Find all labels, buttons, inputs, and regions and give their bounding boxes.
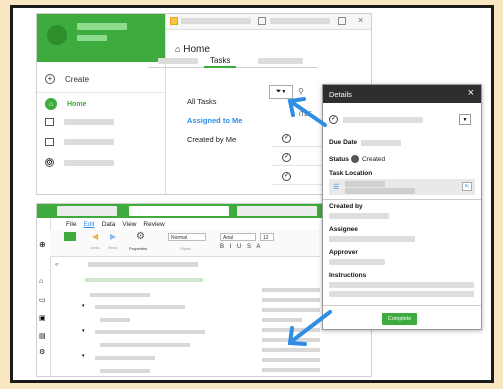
arrow-to-document	[287, 310, 332, 346]
annotation-arrows	[287, 97, 332, 346]
arrow-to-filter	[287, 97, 327, 127]
